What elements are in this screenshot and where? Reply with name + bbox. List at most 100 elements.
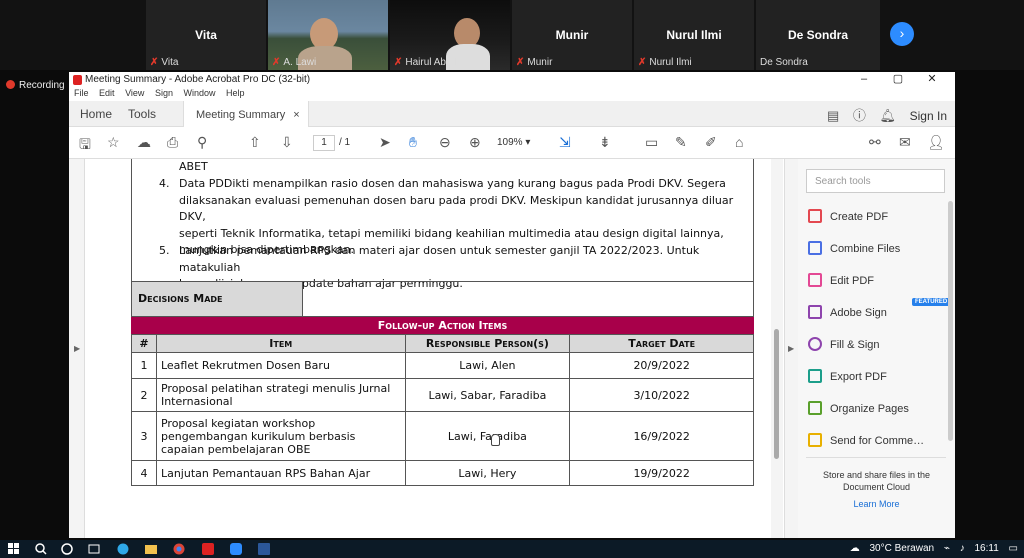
participant-tile-vita[interactable]: Vita ✗ Vita <box>146 0 266 70</box>
decisions-row: Decisions Made <box>131 281 754 317</box>
print-icon[interactable]: ⎙ <box>167 134 178 151</box>
draw-icon[interactable]: ✐ <box>705 134 717 151</box>
menu-help[interactable]: Help <box>226 88 245 98</box>
notification-bell-icon[interactable]: 🔔︎ <box>880 108 897 123</box>
acrobat-icon <box>73 75 82 85</box>
mail-icon[interactable]: ✉ <box>899 134 911 151</box>
tab-bar: Home Tools Meeting Summary × ▤ ⓘ 🔔︎ Sign … <box>69 101 955 127</box>
adobe-sign-icon <box>808 305 822 319</box>
chrome-icon[interactable] <box>173 543 185 555</box>
file-explorer-icon[interactable] <box>145 543 157 555</box>
scroll-mode-icon[interactable]: ⇟ <box>599 134 611 151</box>
column-header: Target Date <box>569 334 754 353</box>
comment-tool-icon[interactable]: ▭ <box>645 134 658 151</box>
network-icon[interactable]: ⌁ <box>944 543 950 554</box>
left-panel-toggle[interactable]: ▶ <box>69 159 85 538</box>
tab-document[interactable]: Meeting Summary × <box>183 101 309 127</box>
zoom-out-icon[interactable]: ⊖ <box>439 134 451 151</box>
upload-cloud-icon[interactable]: ☁ <box>137 134 151 151</box>
zoom-level-select[interactable]: 109% ▾ <box>497 135 545 151</box>
zoom-in-icon[interactable]: ⊕ <box>469 134 481 151</box>
scrollbar-thumb[interactable] <box>774 329 779 459</box>
acrobat-taskbar-icon[interactable] <box>202 543 214 555</box>
close-window-button[interactable]: ✕ <box>915 72 949 85</box>
windows-taskbar: ☁ 30°C Berawan ⌁ ♪ 16:11 ▭ <box>0 540 1024 558</box>
menu-view[interactable]: View <box>125 88 144 98</box>
table-row: 2 Proposal pelatihan strategi menulis Ju… <box>131 378 754 412</box>
next-page-icon[interactable]: ⇩ <box>281 134 293 151</box>
participant-tile-hairul[interactable]: ✗ Hairul Abral <box>390 0 510 70</box>
edge-browser-icon[interactable] <box>117 543 129 555</box>
menu-sign[interactable]: Sign <box>155 88 173 98</box>
weather-text[interactable]: 30°C Berawan <box>870 543 935 554</box>
participant-label: ✗ A. Lawi <box>272 57 317 68</box>
tool-fill-sign[interactable]: Fill & Sign <box>808 335 880 355</box>
tool-combine-files[interactable]: Combine Files <box>808 239 900 259</box>
highlight-pen-icon[interactable]: ✎ <box>675 134 687 151</box>
tool-organize-pages[interactable]: Organize Pages <box>808 399 909 419</box>
fit-page-icon[interactable]: ⇲ <box>559 134 571 151</box>
decisions-label: Decisions Made <box>132 282 303 316</box>
participant-tile-munir[interactable]: Munir ✗ Munir <box>512 0 632 70</box>
recording-indicator: Recording <box>6 80 65 91</box>
comment-icon[interactable]: ▤ <box>827 108 839 123</box>
fill-sign-icon <box>808 337 822 351</box>
document-scrollbar[interactable] <box>771 159 783 538</box>
tool-edit-pdf[interactable]: Edit PDF <box>808 271 874 291</box>
participant-big-name: Vita <box>195 28 217 42</box>
tool-create-pdf[interactable]: Create PDF <box>808 207 888 227</box>
menu-edit[interactable]: Edit <box>99 88 115 98</box>
sign-in-button[interactable]: Sign In <box>910 109 947 123</box>
participant-label: ✗ Nurul Ilmi <box>638 57 692 68</box>
clock[interactable]: 16:11 <box>974 543 998 554</box>
hand-tool-icon[interactable]: ✋︎ <box>409 134 417 151</box>
tools-scrollbar[interactable] <box>948 201 953 441</box>
mic-muted-icon: ✗ <box>516 57 525 68</box>
word-icon[interactable] <box>258 543 270 555</box>
tool-send-for-comment[interactable]: Send for Comme… <box>808 431 924 451</box>
volume-icon[interactable]: ♪ <box>960 543 965 554</box>
tab-tools[interactable]: Tools <box>128 101 156 127</box>
participant-tile-desondra[interactable]: De Sondra De Sondra <box>756 0 880 70</box>
link-icon[interactable]: ⚯ <box>869 134 881 151</box>
participant-tile-nurul[interactable]: Nurul Ilmi ✗ Nurul Ilmi <box>634 0 754 70</box>
table-row: 4 Lanjutan Pemantauan RPS Bahan Ajar Law… <box>131 460 754 486</box>
cortana-icon[interactable] <box>61 543 73 555</box>
page-number-input[interactable]: 1 <box>313 135 335 151</box>
tab-home[interactable]: Home <box>80 101 112 127</box>
maximize-button[interactable]: ▢ <box>881 72 915 85</box>
mic-muted-icon: ✗ <box>394 57 403 68</box>
chevron-right-icon[interactable]: › <box>890 22 914 46</box>
stamp-icon[interactable]: ⌂ <box>735 134 743 150</box>
table-row: 3 Proposal kegiatan workshop pengembanga… <box>131 411 754 461</box>
help-icon[interactable]: ⓘ <box>853 108 866 123</box>
search-icon[interactable]: ⚲ <box>197 134 207 151</box>
zoom-taskbar-icon[interactable] <box>230 543 242 555</box>
organize-pages-icon <box>808 401 822 415</box>
save-icon[interactable]: 🖫 <box>79 134 91 158</box>
select-cursor-icon[interactable]: ➤ <box>379 134 391 151</box>
tools-pane-toggle[interactable]: ▶ <box>784 159 798 538</box>
learn-more-link[interactable]: Learn More <box>798 499 955 509</box>
windows-start-icon[interactable] <box>8 543 20 555</box>
search-tools-input[interactable]: Search tools <box>806 169 945 193</box>
participant-label: De Sondra <box>760 57 808 68</box>
featured-badge: FEATURED <box>912 298 951 306</box>
task-view-icon[interactable] <box>88 543 100 555</box>
search-icon[interactable] <box>35 543 47 555</box>
close-tab-icon[interactable]: × <box>293 109 299 121</box>
tool-export-pdf[interactable]: Export PDF <box>808 367 887 387</box>
menu-file[interactable]: File <box>74 88 89 98</box>
notifications-icon[interactable]: ▭ <box>1009 543 1018 554</box>
participant-tile-lawi[interactable]: ✗ A. Lawi <box>268 0 388 70</box>
participant-label: ✗ Munir <box>516 57 553 68</box>
weather-icon[interactable]: ☁ <box>850 543 860 554</box>
edit-pdf-icon <box>808 273 822 287</box>
prev-page-icon[interactable]: ⇧ <box>249 134 261 151</box>
add-user-icon[interactable]: 👤︎ <box>927 134 945 151</box>
bookmark-star-icon[interactable]: ☆ <box>107 134 120 151</box>
minimize-button[interactable]: – <box>847 73 881 85</box>
export-pdf-icon <box>808 369 822 383</box>
tool-adobe-sign[interactable]: Adobe Sign <box>808 303 887 323</box>
menu-window[interactable]: Window <box>183 88 215 98</box>
